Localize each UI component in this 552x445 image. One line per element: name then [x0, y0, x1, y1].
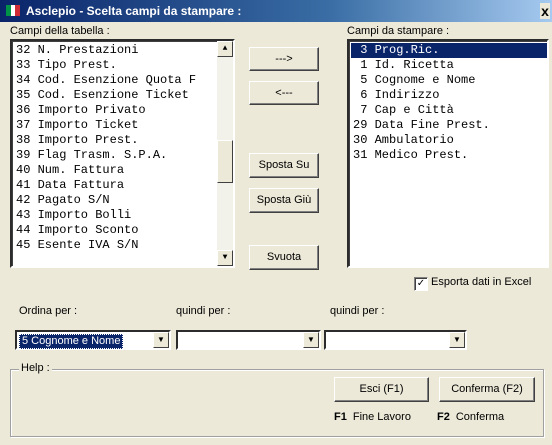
list-item[interactable]: 39 Flag Trasm. S.P.A.: [14, 148, 215, 163]
sort-combo-2-value: [180, 334, 184, 347]
list-item[interactable]: 6 Indirizzo: [351, 88, 547, 103]
list-item[interactable]: 40 Num. Fattura: [14, 163, 215, 178]
check-mark-icon: ✓: [416, 278, 426, 289]
list-item[interactable]: 43 Importo Bolli: [14, 208, 215, 223]
scroll-thumb[interactable]: [217, 140, 233, 183]
f2-hint: F2 Conferma: [437, 411, 504, 423]
sort-combo-2[interactable]: ▼: [176, 330, 321, 350]
exit-button[interactable]: Esci (F1): [334, 377, 429, 402]
chevron-down-icon[interactable]: ▼: [449, 332, 465, 348]
sort-combo-3[interactable]: ▼: [324, 330, 467, 350]
clear-button[interactable]: Svuota: [249, 245, 319, 270]
scroll-up-icon[interactable]: ▲: [217, 41, 233, 57]
title-bar[interactable]: Asclepio - Scelta campi da stampare : x: [0, 0, 552, 22]
italian-flag-icon: [6, 5, 21, 16]
export-excel-label: Esporta dati in Excel: [431, 276, 532, 288]
list-item[interactable]: 33 Tipo Prest.: [14, 58, 215, 73]
add-field-button[interactable]: --->: [249, 47, 319, 71]
f2-key: F2: [437, 411, 450, 423]
window-title: Asclepio - Scelta campi da stampare :: [26, 4, 242, 18]
sort-label-3: quindi per :: [330, 305, 385, 317]
list-item[interactable]: 1 Id. Ricetta: [351, 58, 547, 73]
list-item[interactable]: 45 Esente IVA S/N: [14, 238, 215, 253]
remove-field-button[interactable]: <---: [249, 81, 319, 105]
list-item[interactable]: 5 Cognome e Nome: [351, 73, 547, 88]
dialog-window: Asclepio - Scelta campi da stampare : x …: [0, 0, 552, 445]
list-item[interactable]: 30 Ambulatorio: [351, 133, 547, 148]
f1-text: Fine Lavoro: [352, 411, 411, 423]
list-item[interactable]: 31 Medico Prest.: [351, 148, 547, 163]
chevron-down-icon[interactable]: ▼: [303, 332, 319, 348]
f2-text: Conferma: [455, 411, 505, 423]
selected-fields-list[interactable]: 3 Prog.Ric. 1 Id. Ricetta 5 Cognome e No…: [347, 39, 549, 268]
right-list-label: Campi da stampare :: [347, 25, 450, 37]
sort-label-2: quindi per :: [176, 305, 231, 317]
list-item[interactable]: 42 Pagato S/N: [14, 193, 215, 208]
list-item[interactable]: 37 Importo Ticket: [14, 118, 215, 133]
scroll-down-icon[interactable]: ▼: [217, 250, 233, 266]
close-icon[interactable]: x: [540, 3, 550, 19]
sort-label-1: Ordina per :: [19, 305, 78, 317]
list-item[interactable]: 34 Cod. Esenzione Quota F: [14, 73, 215, 88]
list-item[interactable]: 36 Importo Privato: [14, 103, 215, 118]
list-item[interactable]: 38 Importo Prest.: [14, 133, 215, 148]
export-excel-checkbox[interactable]: ✓: [414, 277, 428, 291]
sort-combo-3-value: [328, 334, 332, 347]
list-item[interactable]: 35 Cod. Esenzione Ticket: [14, 88, 215, 103]
move-down-button[interactable]: Sposta Giù: [249, 188, 319, 213]
list-item[interactable]: 44 Importo Sconto: [14, 223, 215, 238]
list-item[interactable]: 41 Data Fattura: [14, 178, 215, 193]
f1-hint: F1 Fine Lavoro: [334, 411, 411, 423]
list-item[interactable]: 32 N. Prestazioni: [14, 43, 215, 58]
list-item[interactable]: 3 Prog.Ric.: [351, 43, 547, 58]
confirm-button[interactable]: Conferma (F2): [439, 377, 535, 402]
left-list-scrollbar[interactable]: ▲ ▼: [217, 41, 233, 266]
sort-combo-1-value: 5 Cognome e Nome: [19, 334, 124, 349]
help-legend: Help :: [19, 362, 52, 374]
available-fields-list[interactable]: 32 N. Prestazioni 33 Tipo Prest. 34 Cod. E…: [10, 39, 235, 268]
f1-key: F1: [334, 411, 347, 423]
sort-combo-1[interactable]: 5 Cognome e Nome ▼: [15, 330, 171, 350]
left-list-label: Campi della tabella :: [10, 25, 110, 37]
list-item[interactable]: 7 Cap e Città: [351, 103, 547, 118]
chevron-down-icon[interactable]: ▼: [153, 332, 169, 348]
move-up-button[interactable]: Sposta Su: [249, 153, 319, 178]
list-item[interactable]: 29 Data Fine Prest.: [351, 118, 547, 133]
